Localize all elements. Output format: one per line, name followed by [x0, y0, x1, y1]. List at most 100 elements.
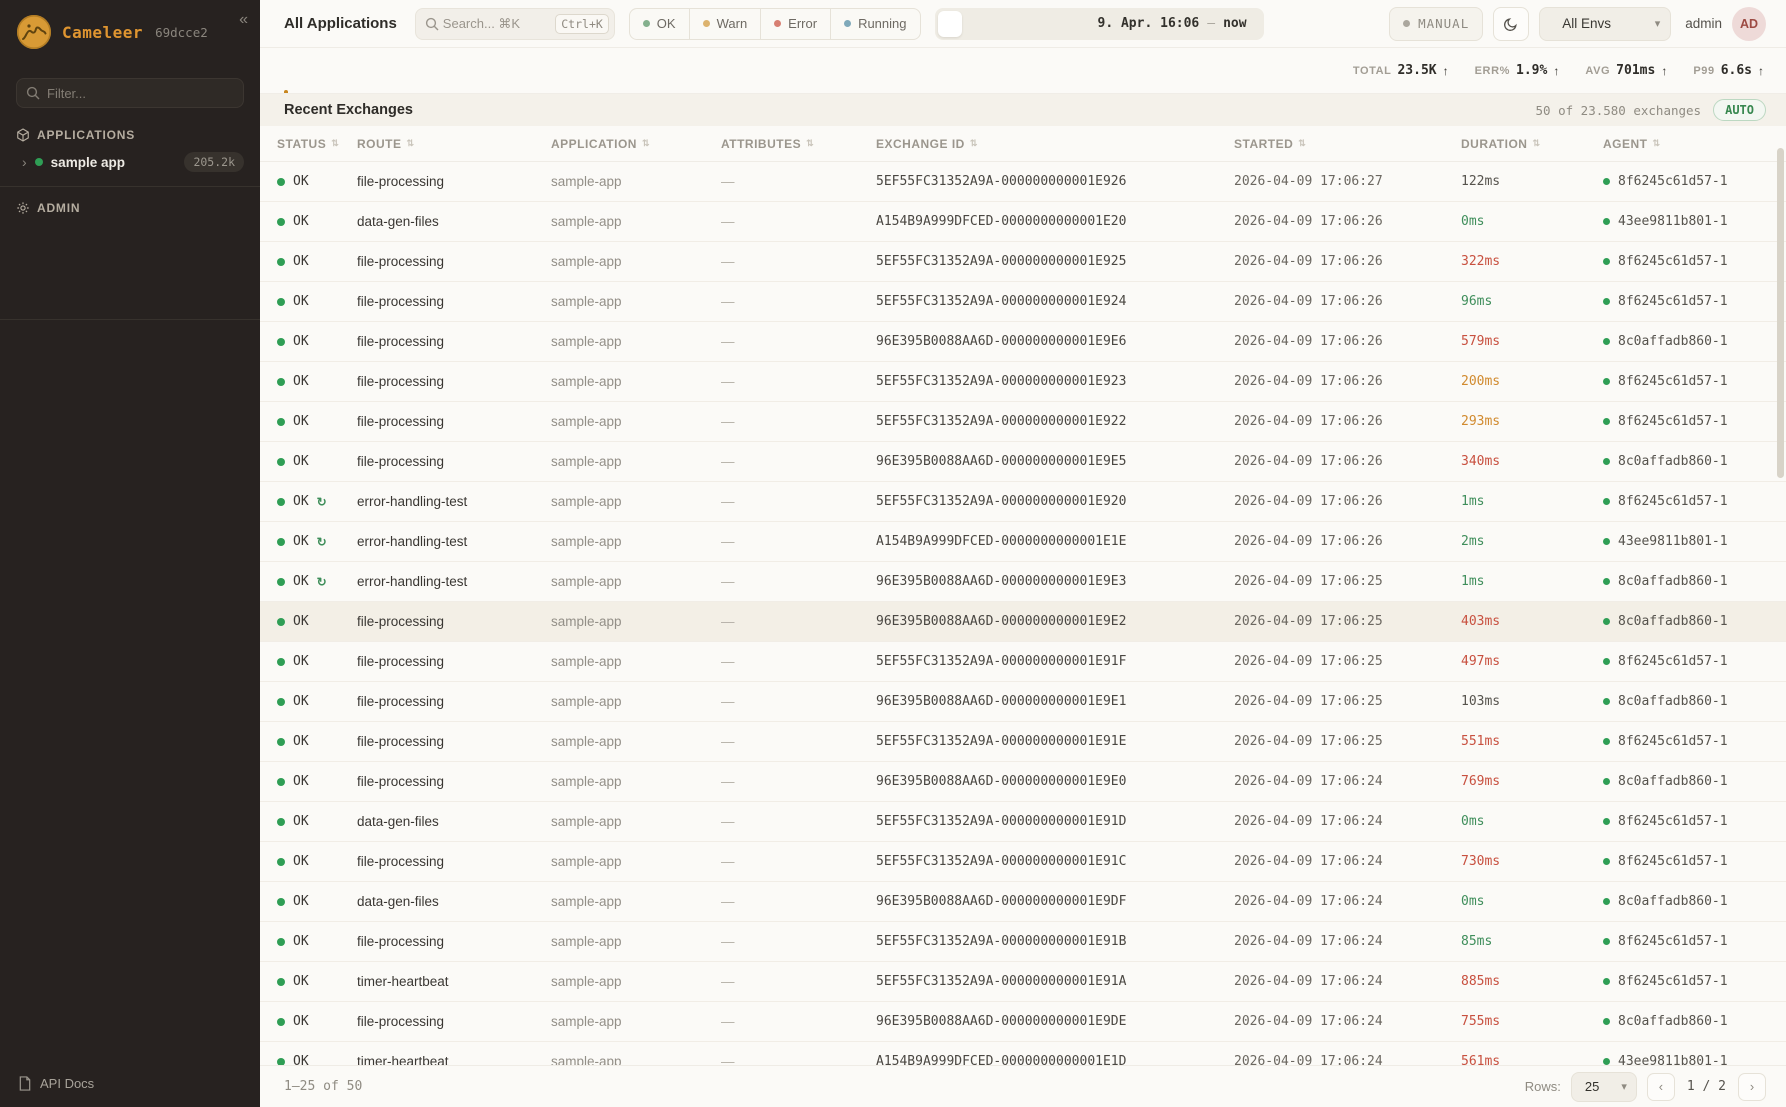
status-filter-button[interactable]: Error: [761, 9, 831, 39]
started-cell: 2026-04-09 17:06:24: [1234, 1054, 1461, 1065]
time-range-button[interactable]: [938, 11, 962, 37]
status-label: OK: [293, 534, 309, 549]
environment-select[interactable]: All Envs ▾: [1539, 7, 1671, 41]
table-row[interactable]: OK data-gen-files sample-app — 5EF55FC31…: [260, 802, 1786, 842]
table-row[interactable]: OK file-processing sample-app — 96E395B0…: [260, 682, 1786, 722]
agent-status-dot: [1603, 698, 1610, 705]
sidebar-item[interactable]: [16, 253, 244, 269]
stat-value: 1.9%: [1516, 63, 1547, 78]
global-search[interactable]: Ctrl+K: [415, 8, 615, 40]
duration-cell: 0ms: [1461, 814, 1603, 829]
table-row[interactable]: OK file-processing sample-app — 96E395B0…: [260, 602, 1786, 642]
table-row[interactable]: OK file-processing sample-app — 5EF55FC3…: [260, 362, 1786, 402]
tab[interactable]: [360, 48, 364, 93]
started-cell: 2026-04-09 17:06:26: [1234, 414, 1461, 429]
table-row[interactable]: OK file-processing sample-app — 5EF55FC3…: [260, 242, 1786, 282]
scrollbar-thumb[interactable]: [1777, 148, 1784, 478]
status-filter-button[interactable]: Running: [831, 9, 919, 39]
started-cell: 2026-04-09 17:06:24: [1234, 854, 1461, 869]
previous-page-button[interactable]: ‹: [1647, 1073, 1675, 1101]
refresh-mode-button[interactable]: MANUAL: [1389, 7, 1483, 41]
time-range-button[interactable]: [962, 11, 986, 37]
table-row[interactable]: OK ↻ error-handling-test sample-app — 96…: [260, 562, 1786, 602]
retry-icon: ↻: [317, 495, 327, 509]
sidebar-item[interactable]: [16, 237, 244, 253]
tab[interactable]: [398, 48, 402, 93]
table-row[interactable]: OK file-processing sample-app — 5EF55FC3…: [260, 282, 1786, 322]
table-row[interactable]: OK timer-heartbeat sample-app — A154B9A9…: [260, 1042, 1786, 1065]
agent-status-dot: [1603, 778, 1610, 785]
stat-value: 701ms: [1616, 63, 1655, 78]
column-header[interactable]: ATTRIBUTES ⇅: [721, 137, 876, 151]
duration-cell: 0ms: [1461, 214, 1603, 229]
sidebar-item[interactable]: [16, 285, 244, 301]
sidebar-collapse-icon[interactable]: «: [239, 12, 248, 28]
status-filter-button[interactable]: Warn: [690, 9, 762, 39]
sidebar-item-sample-app[interactable]: › sample app 205.2k: [16, 142, 244, 184]
tab[interactable]: [322, 48, 326, 93]
status-label: OK: [293, 254, 309, 269]
exchange-id-cell: 96E395B0088AA6D-000000000001E9E3: [876, 574, 1234, 589]
table-row[interactable]: OK timer-heartbeat sample-app — 5EF55FC3…: [260, 962, 1786, 1002]
attributes-cell: —: [721, 534, 876, 549]
status-ok-dot: [277, 578, 285, 586]
column-header[interactable]: STARTED ⇅: [1234, 137, 1461, 151]
agent-id: 43ee9811b801-1: [1618, 534, 1728, 549]
agent-id: 8f6245c61d57-1: [1618, 814, 1728, 829]
auto-refresh-toggle[interactable]: AUTO: [1713, 99, 1766, 121]
table-row[interactable]: OK file-processing sample-app — 96E395B0…: [260, 442, 1786, 482]
next-page-button[interactable]: ›: [1738, 1073, 1766, 1101]
table-row[interactable]: OK file-processing sample-app — 5EF55FC3…: [260, 162, 1786, 202]
status-filter-button[interactable]: OK: [630, 9, 690, 39]
table-row[interactable]: OK file-processing sample-app — 5EF55FC3…: [260, 922, 1786, 962]
route-cell: file-processing: [357, 694, 551, 709]
theme-toggle-button[interactable]: [1493, 7, 1529, 41]
column-header[interactable]: AGENT ⇅: [1603, 137, 1766, 151]
table-row[interactable]: OK ↻ error-handling-test sample-app — 5E…: [260, 482, 1786, 522]
sidebar-item[interactable]: [16, 269, 244, 285]
vertical-scrollbar[interactable]: [1777, 130, 1784, 1030]
search-input[interactable]: [439, 16, 547, 31]
column-header[interactable]: DURATION ⇅: [1461, 137, 1603, 151]
agent-status-dot: [1603, 738, 1610, 745]
started-cell: 2026-04-09 17:06:24: [1234, 974, 1461, 989]
column-header[interactable]: APPLICATION ⇅: [551, 137, 721, 151]
table-row[interactable]: OK data-gen-files sample-app — A154B9A99…: [260, 202, 1786, 242]
time-range-group: 9. Apr. 16:06 — now: [935, 8, 1264, 40]
chevron-down-icon: ▾: [1621, 1080, 1627, 1093]
api-docs-link[interactable]: API Docs: [0, 1062, 260, 1107]
column-header[interactable]: STATUS ⇅: [277, 137, 357, 151]
column-header[interactable]: ROUTE ⇅: [357, 137, 551, 151]
rows-per-page-select[interactable]: 25 ▾: [1571, 1072, 1637, 1102]
sidebar-item[interactable]: [16, 221, 244, 237]
chevron-right-icon[interactable]: ›: [22, 154, 27, 170]
time-range-button[interactable]: [1034, 11, 1058, 37]
table-row[interactable]: OK file-processing sample-app — 5EF55FC3…: [260, 642, 1786, 682]
time-range-button[interactable]: [1010, 11, 1034, 37]
sort-icon: ⇅: [407, 138, 415, 149]
table-row[interactable]: OK ↻ error-handling-test sample-app — A1…: [260, 522, 1786, 562]
status-cell: OK: [277, 894, 357, 909]
tab[interactable]: [284, 48, 288, 93]
status-label: OK: [293, 414, 309, 429]
stat: TOTAL 23.5K ↑: [1353, 63, 1449, 78]
avatar[interactable]: AD: [1732, 7, 1766, 41]
duration-cell: 403ms: [1461, 614, 1603, 629]
time-range-button[interactable]: [1058, 11, 1082, 37]
time-range-button[interactable]: [986, 11, 1010, 37]
table-row[interactable]: OK data-gen-files sample-app — 96E395B00…: [260, 882, 1786, 922]
trend-up-icon: ↑: [1553, 64, 1559, 78]
application-cell: sample-app: [551, 534, 721, 549]
table-row[interactable]: OK file-processing sample-app — 5EF55FC3…: [260, 842, 1786, 882]
column-header[interactable]: EXCHANGE ID ⇅: [876, 137, 1234, 151]
date-range-button[interactable]: 9. Apr. 16:06 — now: [1082, 16, 1261, 31]
table-row[interactable]: OK file-processing sample-app — 5EF55FC3…: [260, 402, 1786, 442]
sidebar-item[interactable]: [16, 301, 244, 317]
cube-icon: [16, 128, 30, 142]
filter-input[interactable]: [16, 78, 244, 108]
table-row[interactable]: OK file-processing sample-app — 96E395B0…: [260, 762, 1786, 802]
duration-cell: 579ms: [1461, 334, 1603, 349]
table-row[interactable]: OK file-processing sample-app — 96E395B0…: [260, 322, 1786, 362]
table-row[interactable]: OK file-processing sample-app — 5EF55FC3…: [260, 722, 1786, 762]
table-row[interactable]: OK file-processing sample-app — 96E395B0…: [260, 1002, 1786, 1042]
